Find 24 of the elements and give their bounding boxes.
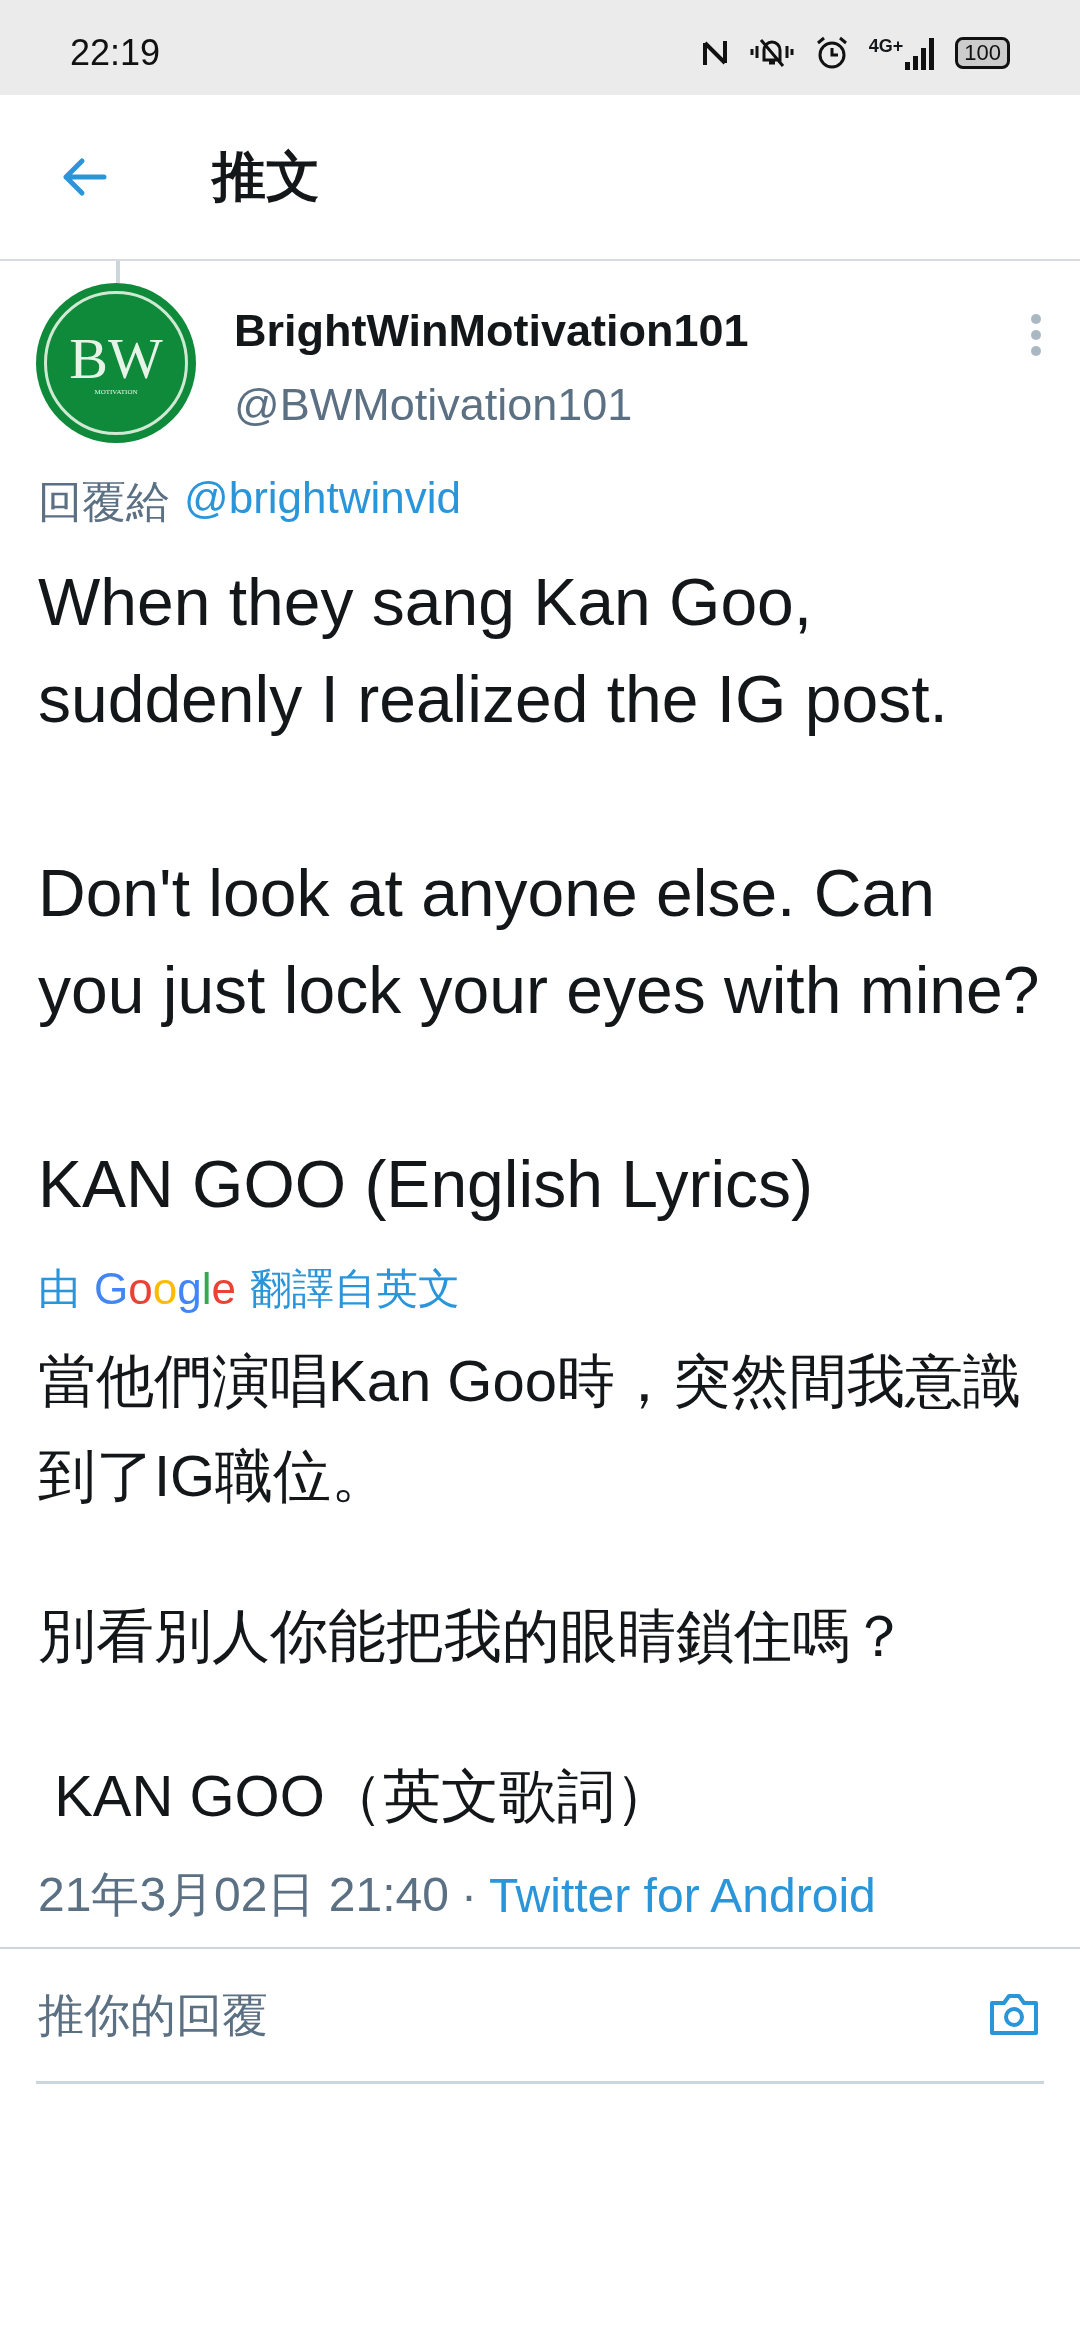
network-type: 4G+	[868, 35, 904, 57]
tweet-text: Don't look at anyone else. Can you just lock your eyes with mine?	[38, 855, 1041, 1029]
translated-text: 當他們演唱Kan Goo時，突然間我意識到了IG職位。	[38, 1347, 1022, 1510]
battery-level: 100	[955, 36, 1010, 69]
more-options-icon[interactable]	[1028, 313, 1044, 357]
reply-field[interactable]: 推你的回覆	[36, 1987, 984, 2043]
signal-icon	[905, 35, 936, 70]
tweet-timestamp: 21年3月02日 21:40	[38, 1867, 449, 1923]
alarm-clock-icon	[814, 35, 849, 70]
user-handle[interactable]: @BWMotivation101	[234, 379, 1028, 431]
tweet-text: KAN GOO (English Lyrics)	[38, 1146, 815, 1223]
display-name[interactable]: BrightWinMotivation101	[234, 305, 1028, 357]
translation-label[interactable]: 翻譯自英文	[249, 1261, 460, 1317]
translated-text: 別看別人你能把我的眼睛鎖住嗎？	[38, 1602, 909, 1670]
tweet-text: When they sang Kan Goo, suddenly I realized the IG post.	[38, 564, 949, 738]
translation-prefix: 由	[38, 1264, 80, 1314]
mention-link[interactable]: @brightwinvid	[184, 473, 461, 532]
status-time: 22:19	[70, 31, 161, 74]
page-title: 推文	[212, 144, 320, 208]
reply-label: 回覆給	[38, 476, 170, 528]
separator-dot: ·	[460, 1867, 477, 1923]
source-link[interactable]: Twitter for Android	[488, 1867, 876, 1923]
google-logo: Google	[94, 1264, 236, 1314]
translated-text: KAN GOO（英文歌詞）	[53, 1762, 674, 1830]
